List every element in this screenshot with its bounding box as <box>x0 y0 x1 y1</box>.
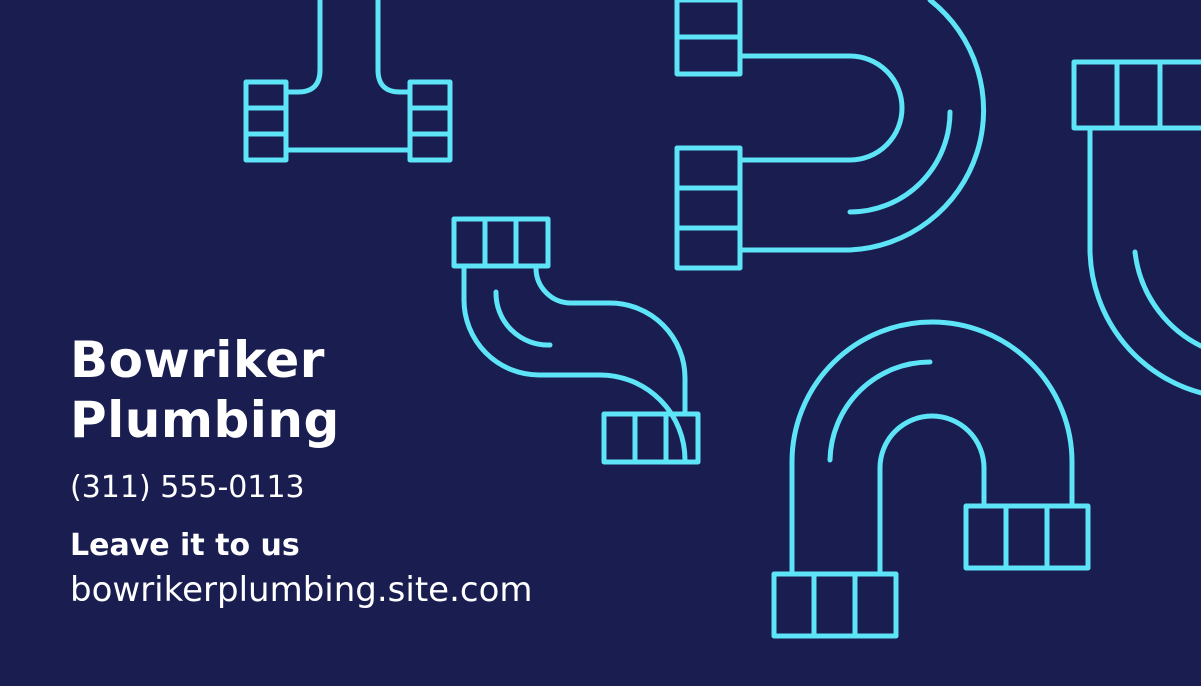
phone-number: (311) 555-0113 <box>70 470 305 505</box>
t-pipe-icon <box>243 0 453 163</box>
website-url: bowrikerplumbing.site.com <box>70 570 533 610</box>
business-card-text: Bowriker Plumbing (311) 555-0113 Leave i… <box>70 330 533 610</box>
u-bend-pipe-icon <box>674 0 987 271</box>
company-name: Bowriker Plumbing <box>70 330 533 450</box>
company-name-line1: Bowriker <box>70 331 325 389</box>
company-name-line2: Plumbing <box>70 391 340 449</box>
elbow-pipe-icon <box>771 319 1091 639</box>
j-bend-pipe-icon <box>1071 59 1201 396</box>
tagline: Leave it to us <box>70 528 300 563</box>
